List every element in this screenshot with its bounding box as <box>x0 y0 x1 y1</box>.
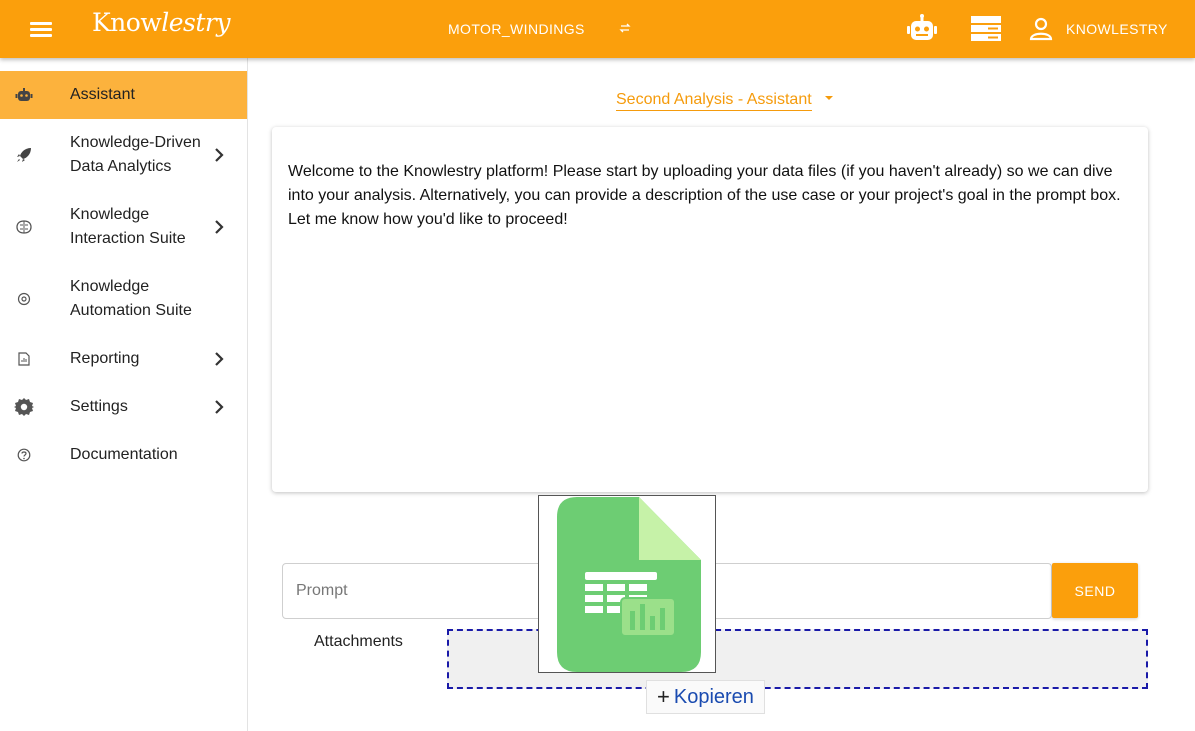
server-icon[interactable] <box>968 13 1004 45</box>
assistant-robot-icon[interactable] <box>904 13 940 45</box>
gear-icon <box>14 397 34 417</box>
project-name[interactable]: MOTOR_WINDINGS <box>448 21 585 37</box>
sidebar-item-automation-suite[interactable]: Knowledge Automation Suite <box>0 263 247 335</box>
chevron-right-icon <box>215 352 224 366</box>
analysis-selector[interactable]: Second Analysis - Assistant <box>616 91 812 111</box>
sidebar-item-label: Documentation <box>70 446 178 463</box>
sidebar-item-reporting[interactable]: Reporting <box>0 335 247 383</box>
chat-panel: Welcome to the Knowlestry platform! Plea… <box>272 127 1148 492</box>
sidebar-item-settings[interactable]: Settings <box>0 383 247 431</box>
top-app-bar: Knowlestry MOTOR_WINDINGS KNOWLESTRY <box>0 0 1195 58</box>
sidebar-item-label: Assistant <box>70 86 135 103</box>
swap-project-icon[interactable] <box>617 18 633 38</box>
user-name: KNOWLESTRY <box>1066 21 1168 37</box>
caret-down-icon[interactable] <box>825 96 833 100</box>
sidebar-item-label: Knowledge Interaction Suite <box>70 206 186 247</box>
copy-drag-tooltip: + Kopieren <box>646 680 765 714</box>
chevron-right-icon <box>215 220 224 234</box>
copy-label: Kopieren <box>673 685 754 708</box>
sidebar-item-documentation[interactable]: Documentation <box>0 431 247 479</box>
app-logo: Knowlestry <box>92 8 230 37</box>
menu-icon[interactable] <box>24 15 58 43</box>
report-icon <box>14 349 34 369</box>
sidebar-item-label: Settings <box>70 398 128 415</box>
user-menu[interactable]: KNOWLESTRY <box>1028 13 1168 45</box>
automation-icon <box>14 289 34 309</box>
sidebar-item-assistant[interactable]: Assistant <box>0 71 247 119</box>
chevron-right-icon <box>215 400 224 414</box>
sidebar-item-label: Knowledge Automation Suite <box>70 278 192 319</box>
sidebar-item-label: Knowledge-Driven Data Analytics <box>70 134 201 175</box>
spreadsheet-file-icon <box>557 497 701 672</box>
chevron-right-icon <box>215 148 224 162</box>
brain-icon <box>14 217 34 237</box>
sidebar-item-data-analytics[interactable]: Knowledge-Driven Data Analytics <box>0 119 247 191</box>
drag-file-preview <box>538 495 716 673</box>
sidebar: Assistant Knowledge-Driven Data Analytics… <box>0 58 248 731</box>
send-button[interactable]: SEND <box>1052 563 1138 618</box>
sidebar-item-label: Reporting <box>70 350 140 367</box>
assistant-message: Welcome to the Knowlestry platform! Plea… <box>288 163 1121 228</box>
user-icon <box>1029 17 1053 41</box>
plus-icon: + <box>657 684 670 709</box>
rocket-icon <box>14 145 34 165</box>
robot-icon <box>14 85 34 105</box>
help-icon <box>14 445 34 465</box>
sidebar-item-interaction-suite[interactable]: Knowledge Interaction Suite <box>0 191 247 263</box>
attachments-label: Attachments <box>314 633 403 650</box>
